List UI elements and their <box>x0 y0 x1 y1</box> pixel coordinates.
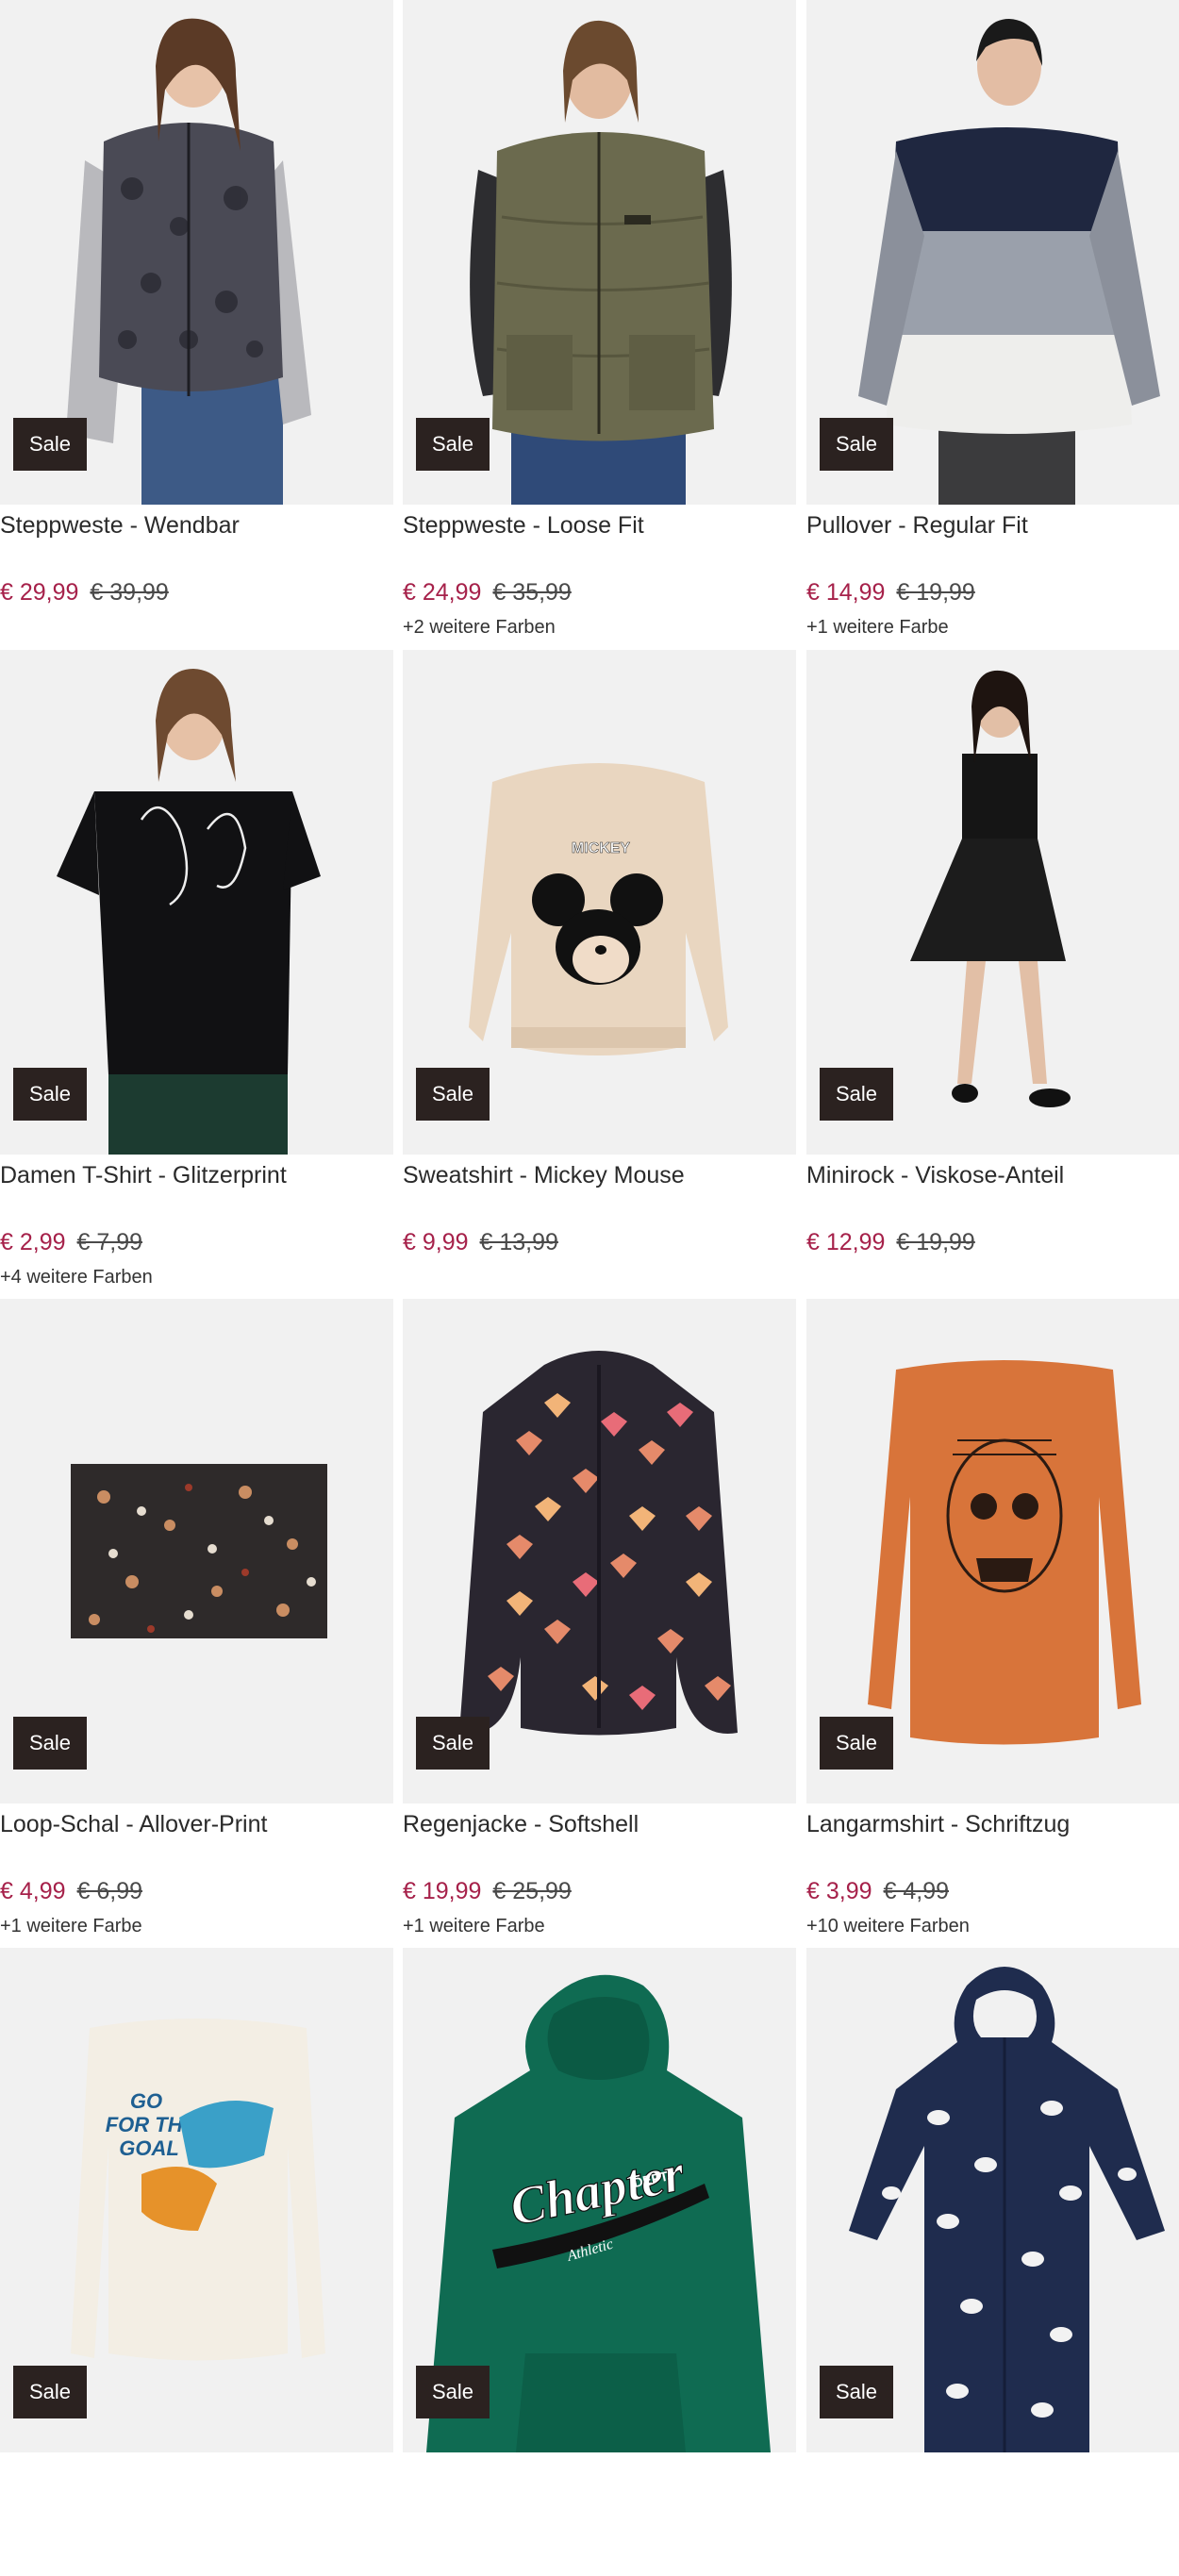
more-colors[interactable]: +1 weitere Farbe <box>403 1916 545 1937</box>
sale-badge: Sale <box>13 1717 87 1770</box>
product-card[interactable]: Sale Regenjacke - Softshell € 19,99 € 25,… <box>403 1299 796 1936</box>
product-title[interactable]: Langarmshirt - Schriftzug <box>806 1811 1070 1838</box>
price-row: € 24,99 € 35,99 <box>403 579 572 607</box>
product-card[interactable]: Sale Steppweste - Loose Fit € 24,99 € 35,… <box>403 0 796 638</box>
sale-badge: Sale <box>820 2366 893 2418</box>
product-image[interactable]: Sale <box>0 650 393 1155</box>
product-image[interactable]: Sale <box>806 1948 1179 2452</box>
print-text: MICKEY <box>572 840 631 856</box>
product-title[interactable]: Steppweste - Loose Fit <box>403 512 644 540</box>
product-title[interactable]: Damen T-Shirt - Glitzerprint <box>0 1162 287 1189</box>
product-image[interactable]: Sale <box>403 1299 796 1803</box>
product-image[interactable]: Sale <box>806 0 1179 505</box>
more-colors[interactable]: +10 weitere Farben <box>806 1916 970 1937</box>
sale-badge: Sale <box>416 2366 490 2418</box>
more-colors[interactable]: +1 weitere Farbe <box>0 1916 142 1937</box>
product-image[interactable]: Sale <box>0 0 393 505</box>
product-image[interactable]: GO FOR THE GOAL Sale <box>0 1948 393 2452</box>
sale-badge: Sale <box>820 418 893 471</box>
original-price: € 13,99 <box>479 1229 558 1255</box>
product-card[interactable]: GO FOR THE GOAL Sale <box>0 1948 393 2576</box>
original-price: € 6,99 <box>76 1878 143 1904</box>
product-card[interactable]: Sale Langarmshirt - Schriftzug € 3,99 € 4… <box>806 1299 1179 1936</box>
price-row: € 14,99 € 19,99 <box>806 579 975 607</box>
price-row: € 2,99 € 7,99 <box>0 1229 142 1256</box>
print-text: GOAL <box>119 2136 179 2160</box>
price-row: € 29,99 € 39,99 <box>0 579 169 607</box>
product-image[interactable]: Chapter DEPT. Athletic Sale <box>403 1948 796 2452</box>
sale-badge: Sale <box>13 418 87 471</box>
original-price: € 25,99 <box>492 1878 572 1904</box>
print-text: GO <box>130 2089 162 2113</box>
sale-price: € 19,99 <box>403 1878 482 1904</box>
original-price: € 7,99 <box>76 1229 143 1255</box>
product-image[interactable]: Sale <box>806 1299 1179 1803</box>
original-price: € 19,99 <box>896 1229 975 1255</box>
product-card[interactable]: Sale <box>806 1948 1179 2576</box>
product-image[interactable]: Sale <box>403 0 796 505</box>
product-title[interactable]: Sweatshirt - Mickey Mouse <box>403 1162 685 1189</box>
sale-price: € 4,99 <box>0 1878 66 1904</box>
sale-badge: Sale <box>416 418 490 471</box>
product-card[interactable]: Chapter DEPT. Athletic Sale <box>403 1948 796 2576</box>
product-card[interactable]: Sale Steppweste - Wendbar € 29,99 € 39,99 <box>0 0 393 628</box>
product-card[interactable]: Sale Loop-Schal - Allover-Print € 4,99 € … <box>0 1299 393 1936</box>
price-row: € 12,99 € 19,99 <box>806 1229 975 1256</box>
product-image[interactable]: Sale <box>0 1299 393 1803</box>
product-card[interactable]: Sale Minirock - Viskose-Anteil € 12,99 € … <box>806 650 1179 1278</box>
sale-price: € 24,99 <box>403 579 482 606</box>
sale-price: € 14,99 <box>806 579 886 606</box>
sale-price: € 29,99 <box>0 579 79 606</box>
more-colors[interactable]: +4 weitere Farben <box>0 1267 153 1288</box>
sale-price: € 12,99 <box>806 1229 886 1255</box>
more-colors[interactable]: +1 weitere Farbe <box>806 617 949 639</box>
price-row: € 19,99 € 25,99 <box>403 1878 572 1905</box>
product-title[interactable]: Regenjacke - Softshell <box>403 1811 639 1838</box>
product-image[interactable]: MICKEY Sale <box>403 650 796 1155</box>
price-row: € 9,99 € 13,99 <box>403 1229 558 1256</box>
more-colors[interactable]: +2 weitere Farben <box>403 617 556 639</box>
product-title[interactable]: Minirock - Viskose-Anteil <box>806 1162 1064 1189</box>
product-grid: Sale Steppweste - Wendbar € 29,99 € 39,99 <box>0 0 1179 2452</box>
product-card[interactable]: Sale Damen T-Shirt - Glitzerprint € 2,99… <box>0 650 393 1288</box>
sale-price: € 2,99 <box>0 1229 66 1255</box>
original-price: € 35,99 <box>492 579 572 606</box>
product-title[interactable]: Pullover - Regular Fit <box>806 512 1028 540</box>
sale-price: € 9,99 <box>403 1229 469 1255</box>
sale-badge: Sale <box>820 1717 893 1770</box>
product-title[interactable]: Loop-Schal - Allover-Print <box>0 1811 267 1838</box>
sale-badge: Sale <box>13 1068 87 1121</box>
sale-badge: Sale <box>416 1068 490 1121</box>
original-price: € 39,99 <box>90 579 169 606</box>
original-price: € 19,99 <box>896 579 975 606</box>
original-price: € 4,99 <box>883 1878 950 1904</box>
product-image[interactable]: Sale <box>806 650 1179 1155</box>
price-row: € 3,99 € 4,99 <box>806 1878 949 1905</box>
product-card[interactable]: Sale Pullover - Regular Fit € 14,99 € 19,… <box>806 0 1179 638</box>
sale-badge: Sale <box>820 1068 893 1121</box>
product-title[interactable]: Steppweste - Wendbar <box>0 512 240 540</box>
price-row: € 4,99 € 6,99 <box>0 1878 142 1905</box>
sale-badge: Sale <box>13 2366 87 2418</box>
product-card[interactable]: MICKEY Sale Sweatshirt - Mickey Mouse € … <box>403 650 796 1278</box>
sale-price: € 3,99 <box>806 1878 872 1904</box>
sale-badge: Sale <box>416 1717 490 1770</box>
